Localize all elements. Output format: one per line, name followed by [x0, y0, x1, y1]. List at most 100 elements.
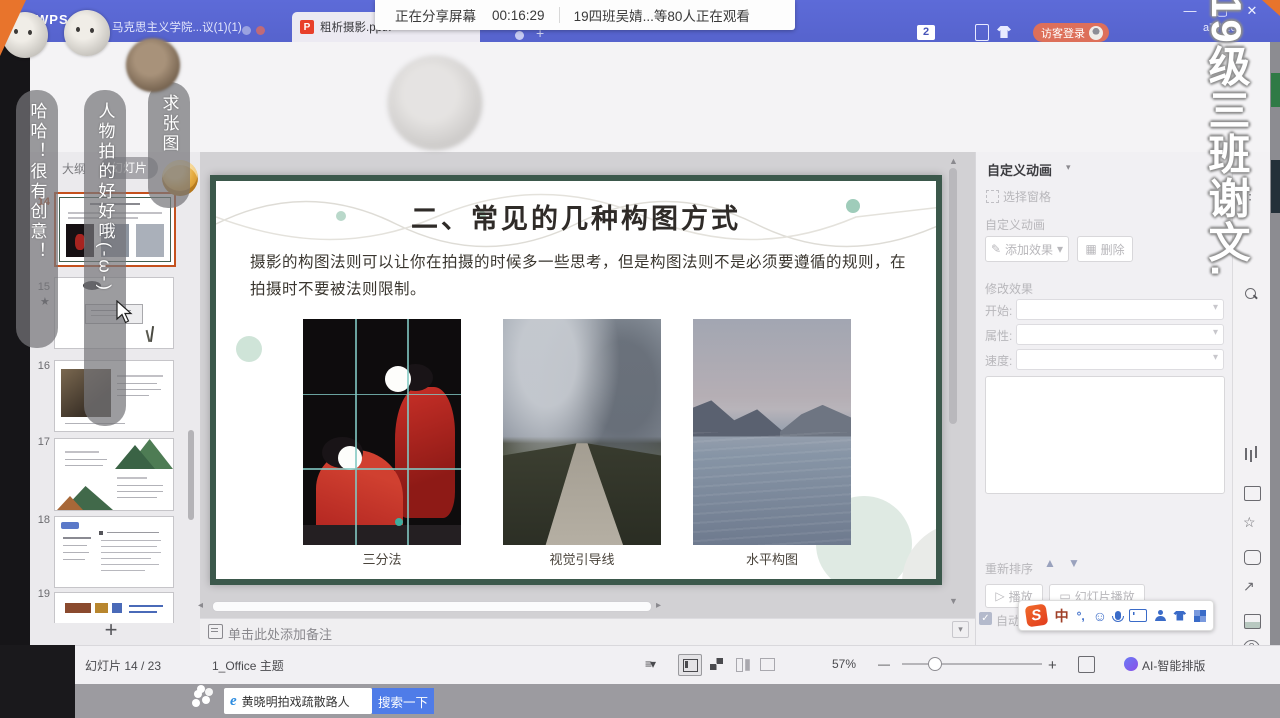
slide-canvas[interactable]: 二、常见的几种构图方式 摄影的构图法则可以让你在拍摄的时候多一些思考，但是构图法…	[210, 175, 942, 585]
taskbar-search-box[interactable]: e 黄晓明拍戏疏散路人	[224, 688, 372, 714]
slide-body-text[interactable]: 摄影的构图法则可以让你在拍摄的时候多一些思考，但是构图法则不是必须要遵循的规则，…	[250, 249, 918, 303]
thumbnail-scrollbar[interactable]	[188, 430, 194, 520]
danmaku-vertical-comment: 19级三班谢文.	[1196, 0, 1257, 374]
document-tab-1-label: 马克思主义学院...议(1)(1)	[112, 19, 242, 35]
play-view-button[interactable]	[756, 654, 778, 674]
properties-sliders-icon[interactable]	[1245, 448, 1247, 460]
skin-center-icon[interactable]	[1173, 611, 1186, 621]
layout-pane-icon[interactable]	[1244, 486, 1261, 501]
property-select[interactable]	[1016, 324, 1224, 345]
emoji-icon[interactable]: ☺	[1093, 608, 1107, 624]
auto-preview-checkbox[interactable]: ✓	[979, 612, 992, 625]
reorder-label: 重新排序	[985, 560, 1033, 577]
speed-label: 速度:	[985, 352, 1012, 369]
vscroll-down-arrow[interactable]: ▼	[949, 596, 958, 606]
horizontal-scrollbar[interactable]	[212, 601, 652, 612]
background-window-edge	[1270, 42, 1280, 645]
slide-number-16: 16	[30, 360, 50, 372]
zoom-slider-track[interactable]	[902, 663, 1042, 665]
selection-pane-icon	[986, 190, 999, 203]
sorter-view-button[interactable]	[706, 654, 728, 674]
panel-title-dropdown[interactable]: ▾	[1066, 162, 1071, 173]
favorites-star-icon[interactable]: ☆	[1243, 514, 1256, 531]
notes-expand-button[interactable]: ▾	[952, 621, 969, 638]
selection-pane-button[interactable]: 选择窗格	[1003, 188, 1051, 205]
taskbar-search-button[interactable]: 搜索一下	[372, 688, 434, 714]
screen: WPS P 马克思主义学院...议(1)(1) P 粗析摄影.pptx + 2 …	[0, 0, 1280, 718]
soft-keyboard-icon[interactable]	[1129, 609, 1147, 622]
ime-mode-toggle[interactable]: 中	[1055, 606, 1069, 626]
speed-select[interactable]	[1016, 349, 1224, 370]
background-window-dark	[1271, 160, 1280, 213]
ribbon: 粘贴 ▾ ✂ 剪切 ▨ 格式刷 ▷ 从当前开始 ▾ 新建幻灯片 ▾ 版式 ▾ 节…	[0, 84, 1280, 153]
notification-badge[interactable]: 2	[917, 25, 935, 40]
toolbox-grid-icon[interactable]	[1194, 610, 1206, 622]
viewer-avatar-faded	[388, 56, 482, 150]
tab-audio-icon[interactable]	[515, 31, 524, 40]
guest-login-label: 访客登录	[1041, 25, 1085, 41]
notes-placeholder[interactable]: 单击此处添加备注	[228, 624, 332, 643]
photo-rule-of-thirds[interactable]	[303, 319, 461, 545]
image-pane-icon[interactable]	[1244, 614, 1261, 629]
animation-list-box[interactable]	[985, 376, 1225, 494]
guest-login-button[interactable]: 访客登录	[1033, 23, 1109, 42]
banner-divider	[559, 7, 560, 23]
slide-counter: 幻灯片 14 / 23	[85, 657, 161, 674]
notes-toggle-icon[interactable]: ≡▾	[645, 657, 654, 671]
ime-toolbar[interactable]: S 中 °, ☺	[1018, 600, 1214, 631]
reorder-down-button[interactable]: ▼	[1064, 556, 1084, 574]
delete-effect-button[interactable]: ▦ 删除	[1077, 236, 1133, 262]
ai-layout-icon	[1124, 657, 1138, 671]
card-pane-icon[interactable]	[1244, 550, 1261, 565]
zoom-out-button[interactable]: —	[878, 657, 890, 671]
normal-view-button[interactable]	[678, 654, 702, 676]
add-slide-button[interactable]: +	[100, 618, 122, 642]
voice-input-icon[interactable]	[1115, 611, 1121, 620]
zoom-in-button[interactable]: +	[1048, 657, 1057, 674]
vscroll-up-arrow[interactable]: ▲	[949, 156, 958, 166]
animation-group-label: 自定义动画	[985, 216, 1045, 233]
ai-layout-button[interactable]: AI-智能排版	[1142, 657, 1205, 674]
decor-dot	[938, 217, 942, 226]
photo-leading-lines[interactable]	[503, 319, 661, 545]
sogou-logo[interactable]: S	[1025, 604, 1048, 628]
modify-effect-label: 修改效果	[985, 280, 1033, 297]
taskbar-search-query[interactable]: 黄晓明拍戏疏散路人	[242, 693, 350, 710]
slide-title[interactable]: 二、常见的几种构图方式	[216, 197, 936, 236]
punctuation-icon[interactable]: °,	[1077, 609, 1085, 623]
slide-thumbnail-18[interactable]	[54, 516, 174, 588]
zoom-level[interactable]: 57%	[832, 657, 856, 671]
launcher-flower-icon[interactable]	[194, 690, 202, 698]
menubar: ≡ 文件 ↺ ↻ ▾ 开始 插入 设计 切换 动画 幻灯片放映 审阅 视图 安全…	[0, 42, 1280, 85]
fit-slide-button[interactable]	[1078, 656, 1095, 673]
viewer-avatar-photo	[126, 38, 180, 92]
viewers-label: 19四班吴婧...等80人正在观看	[574, 5, 750, 25]
vertical-scrollbar[interactable]	[949, 168, 957, 424]
add-effect-button[interactable]: ✎ 添加效果 ▾	[985, 236, 1069, 262]
start-select[interactable]	[1016, 299, 1224, 320]
zoom-slider-knob[interactable]	[928, 657, 942, 671]
slide-number-18: 18	[30, 514, 50, 526]
document-tab-1[interactable]: P 马克思主义学院...议(1)(1)	[84, 12, 258, 42]
hscroll-right-arrow[interactable]: ▸	[656, 600, 661, 611]
caption-rule-of-thirds: 三分法	[302, 549, 462, 568]
tab-outline[interactable]: 大纲	[62, 160, 86, 177]
theme-name[interactable]: 1_Office 主题	[212, 657, 284, 674]
reorder-up-button[interactable]: ▲	[1040, 556, 1060, 574]
danmaku-comment: 求张图	[148, 82, 190, 208]
hscroll-left-arrow[interactable]: ◂	[198, 600, 203, 611]
screen-share-banner: 正在分享屏幕 00:16:29 19四班吴婧...等80人正在观看	[375, 0, 795, 30]
slide-number-19: 19	[30, 588, 50, 600]
document-icon[interactable]	[975, 24, 989, 41]
skin-icon[interactable]	[997, 26, 1011, 38]
account-icon[interactable]	[1155, 610, 1166, 621]
browser-e-icon: e	[230, 693, 237, 710]
slide-thumbnail-17[interactable]	[54, 438, 174, 511]
photo-horizontal[interactable]	[693, 319, 851, 545]
notes-icon	[208, 624, 223, 639]
share-icon[interactable]: ↗	[1243, 578, 1255, 595]
overlay-corner-orange	[1262, 0, 1280, 16]
split-view-button[interactable]	[732, 654, 754, 674]
ppt-file-icon: P	[300, 20, 314, 34]
decor-circle	[236, 336, 262, 362]
